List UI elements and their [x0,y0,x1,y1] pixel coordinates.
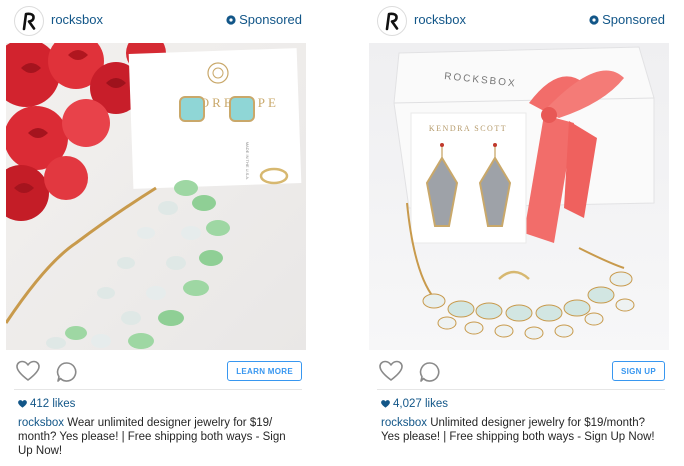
small-heart-icon [381,400,390,408]
earring-card: LOREN HOPE MADE IN THE U.S.A. [128,48,302,189]
post-actions: SIGN UP [369,354,669,388]
divider [14,389,302,390]
post-username[interactable]: rocksbox [51,12,103,27]
avatar[interactable] [14,6,44,36]
card-small-text: MADE IN THE U.S.A. [245,142,250,180]
avatar[interactable] [377,6,407,36]
post-caption: rocksbox Wear unlimited designer jewelry… [18,416,303,458]
sponsored-post: rocksbox Sponsored LOREN HOPE MADE IN TH… [6,0,306,466]
caption-username[interactable]: rocksbox [18,417,64,429]
post-photo[interactable]: ROCKSBOX KENDRA SCOTT [369,43,669,350]
sponsored-gear-icon [589,14,599,25]
post-header: rocksbox Sponsored [369,0,669,43]
card-brand-text: KENDRA SCOTT [429,124,507,133]
sponsored-label[interactable]: Sponsored [226,12,302,27]
caption-username[interactable]: rocksbox [381,417,427,429]
post-header: rocksbox Sponsored [6,0,306,43]
earring-card: KENDRA SCOTT [410,112,527,244]
sponsored-label[interactable]: Sponsored [589,12,665,27]
learn-more-button[interactable]: LEARN MORE [227,361,302,381]
heart-icon[interactable] [16,360,40,382]
post-caption: rocksbox Unlimited designer jewelry for … [381,416,666,444]
small-heart-icon [18,400,27,408]
sponsored-gear-icon [226,14,236,25]
comment-icon[interactable] [419,361,441,383]
rocksbox-logo-icon [385,12,399,31]
heart-icon[interactable] [379,360,403,382]
sponsored-post: rocksbox Sponsored ROCKSBOX KENDRA SCOTT… [369,0,669,466]
likes-text: 4,027 likes [393,398,448,410]
post-actions: LEARN MORE [6,354,306,388]
rocksbox-logo-icon [22,12,36,31]
sponsored-text: Sponsored [239,12,302,27]
sign-up-button[interactable]: SIGN UP [612,361,665,381]
comment-icon[interactable] [56,361,78,383]
likes-count[interactable]: 412 likes [18,398,75,410]
post-photo[interactable]: LOREN HOPE MADE IN THE U.S.A. [6,43,306,350]
sponsored-text: Sponsored [602,12,665,27]
likes-text: 412 likes [30,398,76,410]
post-username[interactable]: rocksbox [414,12,466,27]
divider [377,389,665,390]
likes-count[interactable]: 4,027 likes [381,398,448,410]
